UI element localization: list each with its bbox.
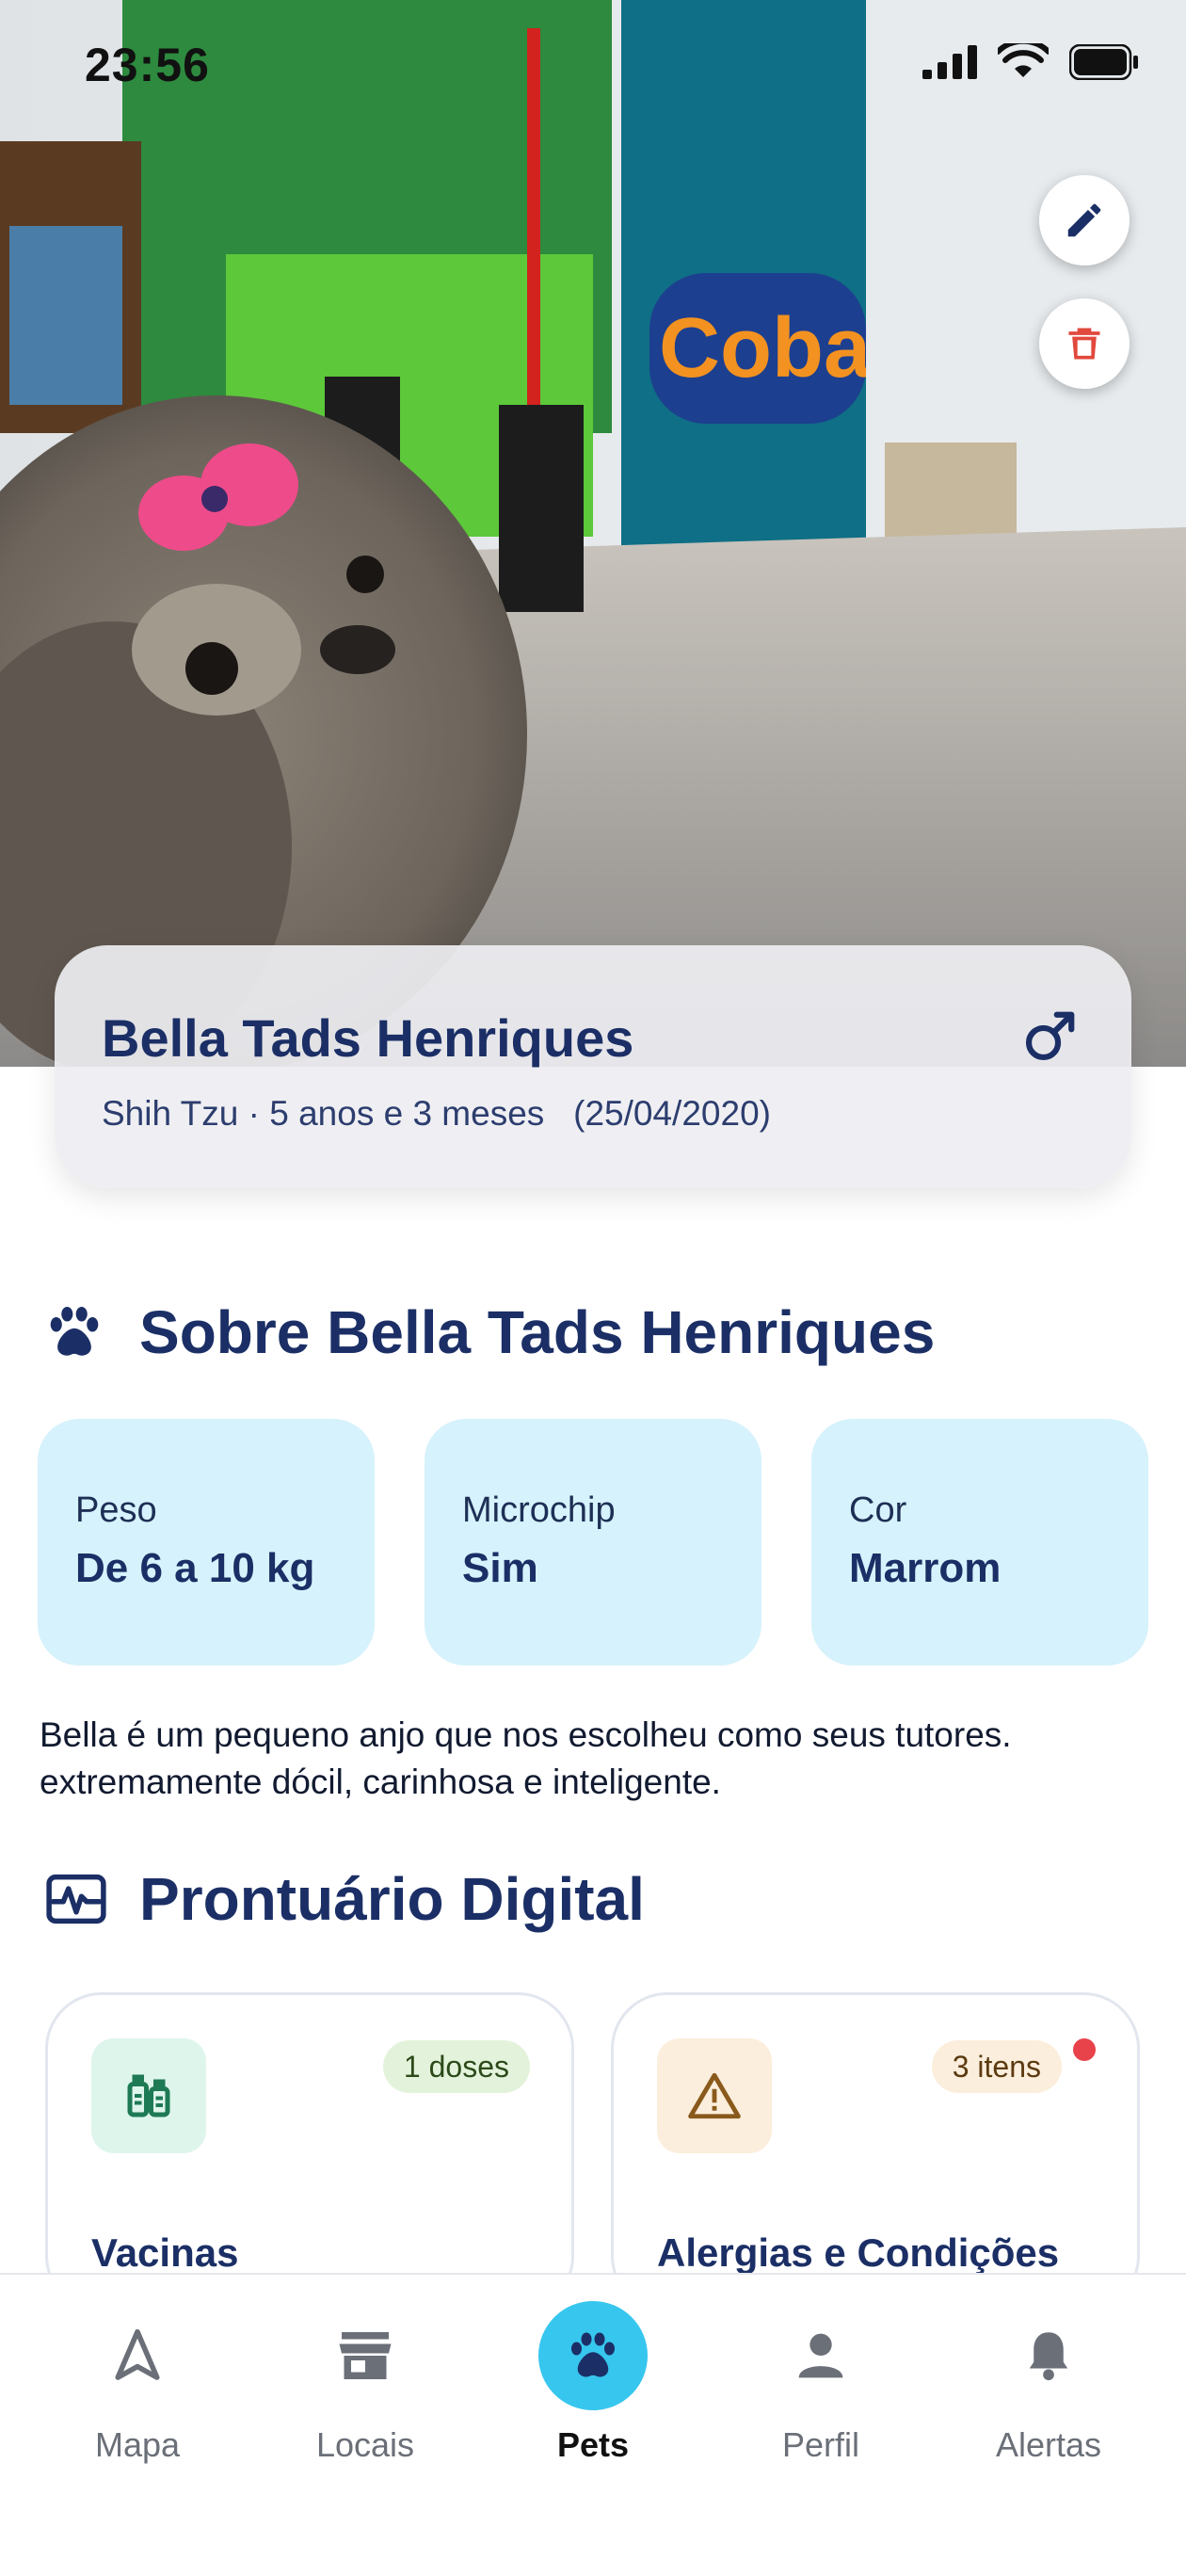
battery-icon xyxy=(1069,44,1138,80)
pet-photo: Cobasi xyxy=(0,0,1186,1067)
pet-name: Bella Tads Henriques xyxy=(102,1008,634,1068)
vaccine-icon-box xyxy=(91,2038,206,2153)
health-monitor-icon xyxy=(46,1874,106,1924)
pet-breed-age: Shih Tzu · 5 anos e 3 meses xyxy=(102,1094,545,1133)
tile-label: Cor xyxy=(849,1490,907,1530)
nav-item-profile[interactable]: Perfil xyxy=(727,2275,915,2464)
nav-item-places[interactable]: Locais xyxy=(271,2275,459,2464)
tile-value: Sim xyxy=(462,1545,538,1591)
nav-label: Perfil xyxy=(781,2425,860,2464)
tile-value: Marrom xyxy=(849,1545,1002,1591)
nav-label: Mapa xyxy=(94,2425,181,2464)
tile-label: Peso xyxy=(75,1490,157,1530)
records-title: Prontuário Digital xyxy=(139,1865,645,1933)
bottom-navigation: Mapa Locais Pets Perfil Alertas xyxy=(0,2273,1186,2576)
records-section-header: Prontuário Digital xyxy=(45,1864,645,1934)
pet-description: Bella é um pequeno anjo que nos escolheu… xyxy=(40,1715,1012,1801)
alert-dot xyxy=(1073,2038,1096,2061)
trash-icon xyxy=(1068,328,1100,360)
nav-label: Alertas xyxy=(995,2425,1102,2464)
doses-badge: 1 doses xyxy=(382,2040,530,2093)
pet-subtitle: Shih Tzu · 5 anos e 3 meses (25/04/2020) xyxy=(102,1094,771,1134)
navigation-arrow-icon xyxy=(83,2301,192,2410)
nav-label: Locais xyxy=(315,2425,415,2464)
pet-profile-screen: Cobasi 23:56 Bella Tads Henriques Shih T… xyxy=(0,0,1186,2576)
nav-item-pets[interactable]: Pets xyxy=(499,2275,687,2464)
about-section-header: Sobre Bella Tads Henriques xyxy=(41,1297,935,1367)
weight-tile: Peso De 6 a 10 kg xyxy=(38,1419,375,1666)
nav-item-map[interactable]: Mapa xyxy=(43,2275,232,2464)
wifi-icon xyxy=(998,43,1049,77)
bell-icon xyxy=(994,2301,1103,2410)
nav-item-alerts[interactable]: Alertas xyxy=(954,2275,1143,2464)
male-gender-icon xyxy=(1020,1007,1079,1071)
vaccines-card[interactable]: 1 doses Vacinas xyxy=(45,1992,574,2312)
about-title: Sobre Bella Tads Henriques xyxy=(139,1298,936,1366)
pet-info-card: Bella Tads Henriques Shih Tzu · 5 anos e… xyxy=(55,945,1131,1188)
microchip-tile: Microchip Sim xyxy=(425,1419,761,1666)
pencil-icon xyxy=(1067,203,1101,237)
paw-icon xyxy=(50,1307,99,1356)
warning-icon-box xyxy=(657,2038,772,2153)
allergies-title: Alergias e Condições xyxy=(657,2230,1060,2275)
paw-icon xyxy=(538,2301,648,2410)
color-tile: Cor Marrom xyxy=(811,1419,1148,1666)
items-badge: 3 itens xyxy=(931,2040,1062,2093)
tile-label: Microchip xyxy=(462,1490,616,1530)
edit-pet-button[interactable] xyxy=(1039,175,1130,266)
status-time: 23:56 xyxy=(85,39,210,91)
cellular-signal-icon xyxy=(922,45,977,79)
allergies-card[interactable]: 3 itens Alergias e Condições xyxy=(611,1992,1140,2312)
nav-label: Pets xyxy=(556,2425,630,2464)
status-icons xyxy=(922,43,1139,81)
tile-value: De 6 a 10 kg xyxy=(75,1545,315,1591)
warning-icon xyxy=(688,2072,741,2119)
pet-birth-date: (25/04/2020) xyxy=(573,1094,771,1133)
person-icon xyxy=(766,2301,875,2410)
store-icon xyxy=(311,2301,420,2410)
delete-pet-button[interactable] xyxy=(1039,298,1130,389)
pet-photo-illustration: Cobasi xyxy=(0,0,1186,1067)
vaccines-title: Vacinas xyxy=(91,2230,239,2275)
vaccine-icon xyxy=(127,2074,170,2117)
